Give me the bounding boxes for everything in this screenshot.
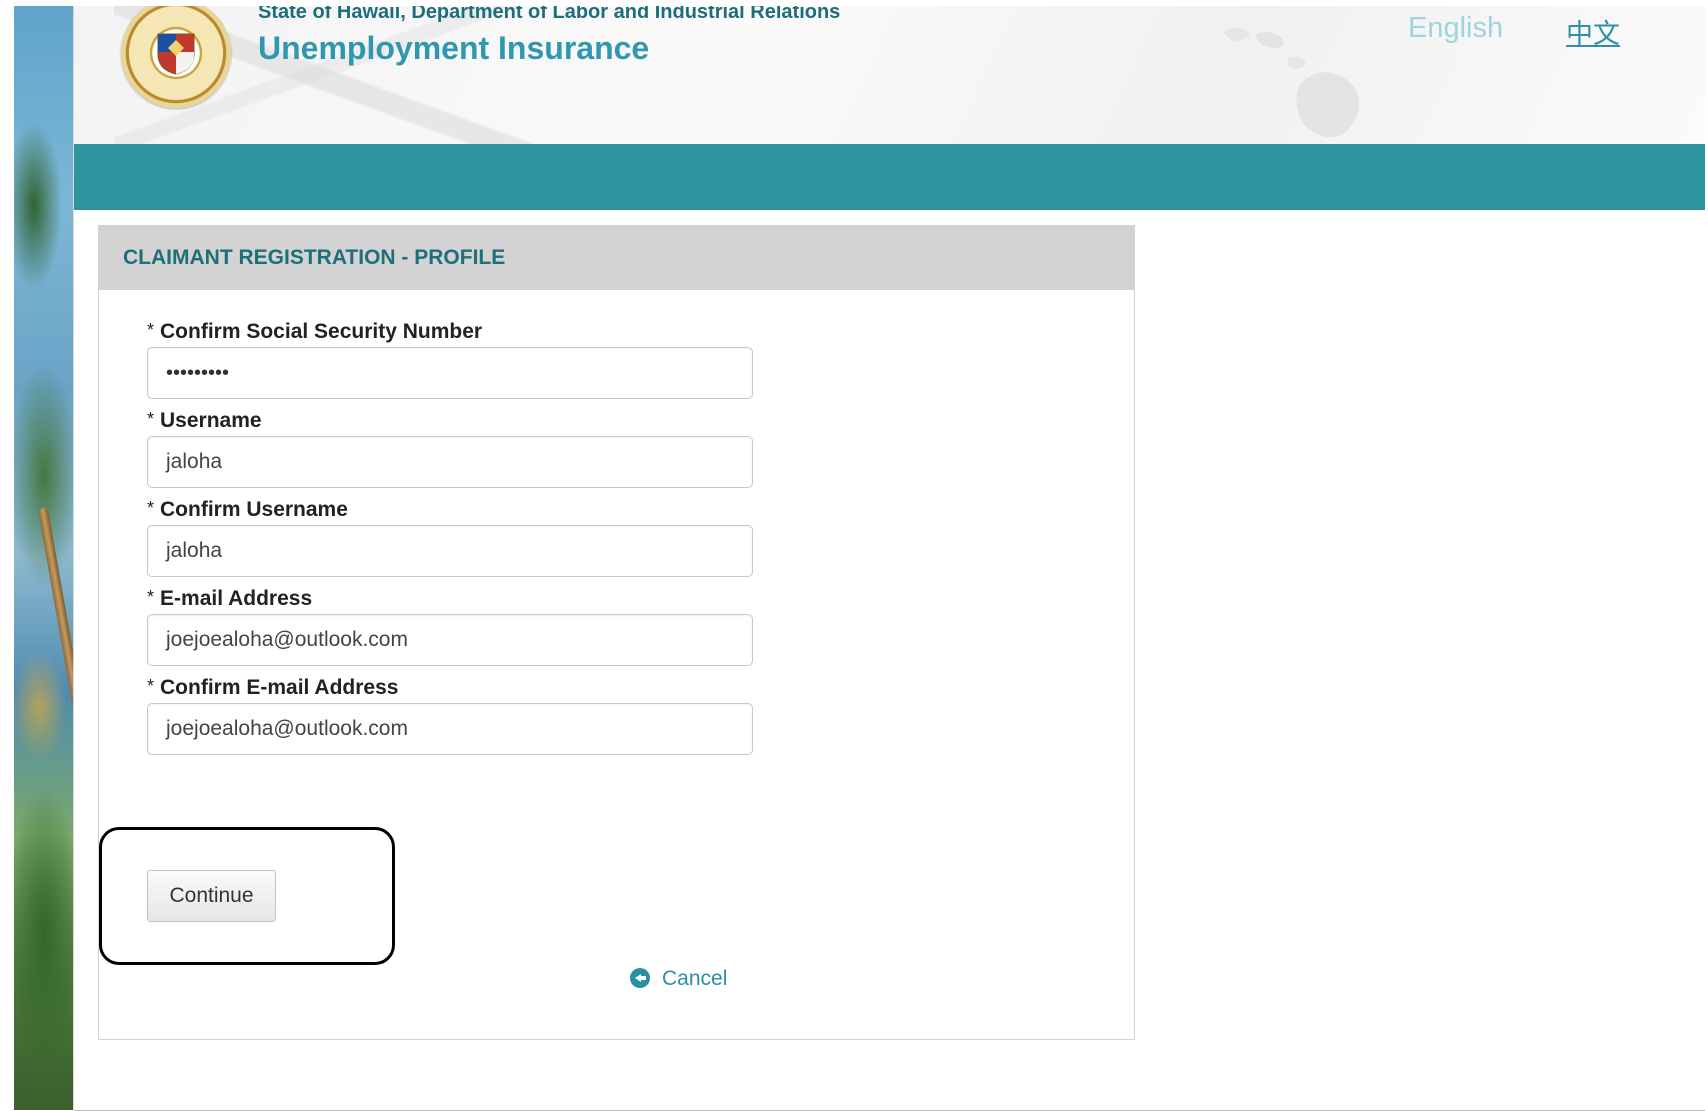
- background-photo-strip: [14, 6, 97, 1110]
- confirm-ssn-label: * Confirm Social Security Number: [147, 320, 482, 344]
- required-marker: *: [147, 587, 155, 607]
- username-input[interactable]: jaloha: [147, 436, 753, 488]
- panel-title: CLAIMANT REGISTRATION - PROFILE: [123, 246, 506, 269]
- confirm-email-input[interactable]: joejoealoha@outlook.com: [147, 703, 753, 755]
- email-label: * E-mail Address: [147, 587, 312, 611]
- circle-arrow-left-icon: [630, 968, 650, 988]
- confirm-username-input[interactable]: jaloha: [147, 525, 753, 577]
- confirm-ssn-input[interactable]: •••••••••: [147, 347, 753, 399]
- navigation-bar: [74, 144, 1705, 210]
- username-label: * Username: [147, 409, 262, 433]
- username-label-text: Username: [160, 409, 262, 432]
- hawaii-islands-map-icon: [1224, 27, 1360, 138]
- confirm-email-label: * Confirm E-mail Address: [147, 676, 398, 700]
- language-chinese-link[interactable]: 中文: [1566, 12, 1620, 51]
- confirm-username-label-text: Confirm Username: [160, 498, 348, 521]
- site-header: State of Hawaii, Department of Labor and…: [74, 6, 1705, 144]
- required-marker: *: [147, 676, 155, 696]
- registration-panel: CLAIMANT REGISTRATION - PROFILE * Confirm…: [98, 225, 1135, 1040]
- page-frame: State of Hawaii, Department of Labor and…: [73, 6, 1705, 1111]
- email-input[interactable]: joejoealoha@outlook.com: [147, 614, 753, 666]
- panel-header: CLAIMANT REGISTRATION - PROFILE: [99, 226, 1134, 290]
- email-label-text: E-mail Address: [160, 587, 313, 610]
- cancel-link[interactable]: Cancel: [630, 967, 727, 991]
- confirm-email-label-text: Confirm E-mail Address: [160, 676, 399, 699]
- department-title: State of Hawaii, Department of Labor and…: [258, 6, 841, 23]
- confirm-username-label: * Confirm Username: [147, 498, 348, 522]
- app-title: Unemployment Insurance: [258, 30, 650, 66]
- coat-of-arms-icon: [157, 33, 195, 75]
- language-english-link[interactable]: English: [1408, 12, 1503, 45]
- confirm-ssn-label-text: Confirm Social Security Number: [160, 320, 483, 343]
- cancel-label: Cancel: [662, 967, 728, 990]
- required-marker: *: [147, 498, 155, 518]
- continue-button[interactable]: Continue: [147, 870, 276, 922]
- required-marker: *: [147, 409, 155, 429]
- required-marker: *: [147, 320, 155, 340]
